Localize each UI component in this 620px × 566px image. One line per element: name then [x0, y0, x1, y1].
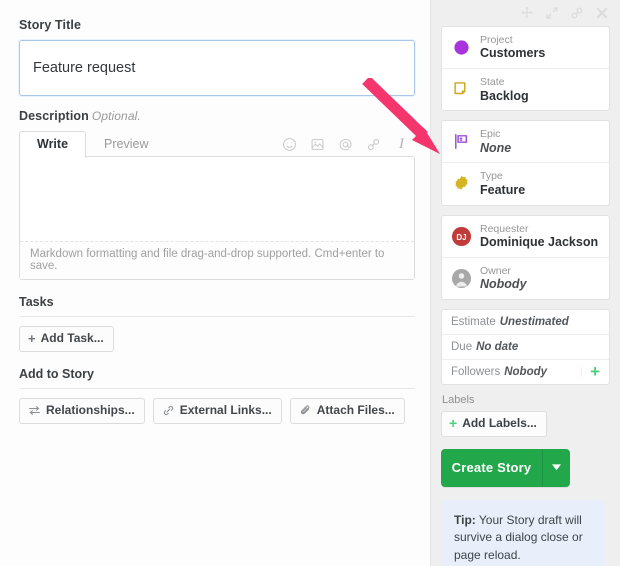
close-icon[interactable]: [595, 6, 609, 20]
meta-card-project-state: Project Customers State Backlog: [441, 26, 610, 111]
italic-icon[interactable]: I: [394, 137, 409, 152]
epic-flag-icon: [451, 131, 472, 152]
create-story-dropdown-icon[interactable]: [542, 449, 570, 487]
avatar-initials-icon: DJ: [451, 226, 472, 247]
description-toolbar: I: [282, 137, 409, 152]
meta-row-project[interactable]: Project Customers: [442, 27, 609, 69]
move-icon[interactable]: [520, 6, 534, 20]
emoji-icon[interactable]: [282, 137, 297, 152]
external-links-button[interactable]: External Links...: [153, 398, 282, 424]
labels-section: Labels + Add Labels...: [441, 394, 610, 437]
dialog-window-controls: [441, 0, 610, 26]
tasks-button-row: + Add Task...: [19, 326, 415, 352]
add-task-button[interactable]: + Add Task...: [19, 326, 114, 352]
description-tab-bar: Write Preview: [19, 130, 415, 157]
story-meta-sidebar: Project Customers State Backlog: [430, 0, 620, 566]
meta-value-state: Backlog: [480, 89, 529, 104]
tab-write[interactable]: Write: [19, 131, 86, 158]
attach-files-button[interactable]: Attach Files...: [290, 398, 405, 424]
add-follower-plus-icon[interactable]: +: [581, 367, 600, 377]
meta-key-followers: Followers: [451, 366, 500, 378]
meta-value-followers: Nobody: [504, 366, 547, 378]
tip-prefix: Tip:: [454, 513, 476, 527]
avatar-placeholder-icon: [451, 268, 472, 289]
meta-row-owner[interactable]: Owner Nobody: [442, 258, 609, 299]
external-link-icon: [162, 404, 175, 417]
meta-value-project: Customers: [480, 46, 545, 61]
image-icon[interactable]: [310, 137, 325, 152]
meta-value-type: Feature: [480, 183, 525, 198]
meta-key-due: Due: [451, 341, 472, 353]
relationships-label: Relationships...: [46, 404, 135, 417]
meta-row-due[interactable]: Due No date: [442, 335, 609, 360]
create-story-split-button: Create Story: [441, 449, 570, 487]
story-title-label: Story Title: [19, 18, 414, 32]
meta-card-epic-type: Epic None Type Feature: [441, 120, 610, 205]
tab-preview[interactable]: Preview: [86, 131, 166, 158]
svg-text:DJ: DJ: [456, 232, 466, 241]
description-block: DescriptionOptional. Write Preview: [19, 109, 414, 280]
link-icon[interactable]: [570, 6, 584, 20]
tasks-heading: Tasks: [19, 295, 415, 317]
description-hint: Markdown formatting and file drag-and-dr…: [20, 241, 414, 279]
meta-value-estimate: Unestimated: [500, 316, 569, 328]
meta-value-epic: None: [480, 141, 511, 156]
mention-icon[interactable]: [338, 137, 353, 152]
meta-key-state: State: [480, 76, 529, 88]
paperclip-icon: [299, 404, 312, 417]
meta-row-followers[interactable]: Followers Nobody +: [442, 360, 609, 384]
add-to-story-section: Add to Story Relationships...: [19, 367, 415, 424]
meta-row-requester[interactable]: DJ Requester Dominique Jackson: [442, 216, 609, 258]
description-textarea[interactable]: [20, 157, 414, 241]
external-links-label: External Links...: [180, 404, 272, 417]
add-to-story-button-row: Relationships... External Links...: [19, 398, 415, 424]
meta-value-owner: Nobody: [480, 277, 527, 292]
relationships-icon: [28, 404, 41, 417]
project-circle-icon: [451, 37, 472, 58]
meta-key-project: Project: [480, 34, 545, 46]
add-labels-label: Add Labels...: [462, 417, 537, 430]
add-to-story-heading: Add to Story: [19, 367, 415, 389]
plus-icon: +: [449, 418, 457, 428]
description-editor: Markdown formatting and file drag-and-dr…: [19, 156, 415, 280]
relationships-button[interactable]: Relationships...: [19, 398, 145, 424]
meta-key-owner: Owner: [480, 265, 527, 277]
add-labels-button[interactable]: + Add Labels...: [441, 411, 547, 437]
meta-row-type[interactable]: Type Feature: [442, 163, 609, 204]
meta-value-requester: Dominique Jackson: [480, 235, 598, 250]
meta-card-people: DJ Requester Dominique Jackson: [441, 215, 610, 300]
meta-key-estimate: Estimate: [451, 316, 496, 328]
tasks-section: Tasks + Add Task...: [19, 295, 415, 352]
meta-row-epic[interactable]: Epic None: [442, 121, 609, 163]
create-story-button[interactable]: Create Story: [441, 449, 542, 487]
description-label: DescriptionOptional.: [19, 109, 414, 123]
link-icon[interactable]: [366, 137, 381, 152]
tip-callout: Tip: Your Story draft will survive a dia…: [441, 500, 605, 566]
labels-heading: Labels: [442, 394, 610, 406]
add-task-label: Add Task...: [41, 332, 104, 345]
story-title-field-wrap: [19, 40, 414, 96]
meta-row-state[interactable]: State Backlog: [442, 69, 609, 110]
attach-files-label: Attach Files...: [317, 404, 395, 417]
meta-key-requester: Requester: [480, 223, 598, 235]
meta-key-type: Type: [480, 170, 525, 182]
description-optional-note: Optional.: [92, 109, 141, 123]
create-story-dialog: Story Title DescriptionOptional. Write P…: [0, 0, 620, 566]
story-title-input[interactable]: [19, 40, 415, 96]
meta-card-details: Estimate Unestimated Due No date Followe…: [441, 309, 610, 385]
meta-row-estimate[interactable]: Estimate Unestimated: [442, 310, 609, 335]
type-badge-icon: [451, 173, 472, 194]
meta-key-epic: Epic: [480, 128, 511, 140]
plus-icon: +: [28, 334, 36, 344]
expand-icon[interactable]: [545, 6, 559, 20]
state-page-icon: [451, 79, 472, 100]
meta-value-due: No date: [476, 341, 518, 353]
story-form-pane: Story Title DescriptionOptional. Write P…: [0, 0, 430, 566]
